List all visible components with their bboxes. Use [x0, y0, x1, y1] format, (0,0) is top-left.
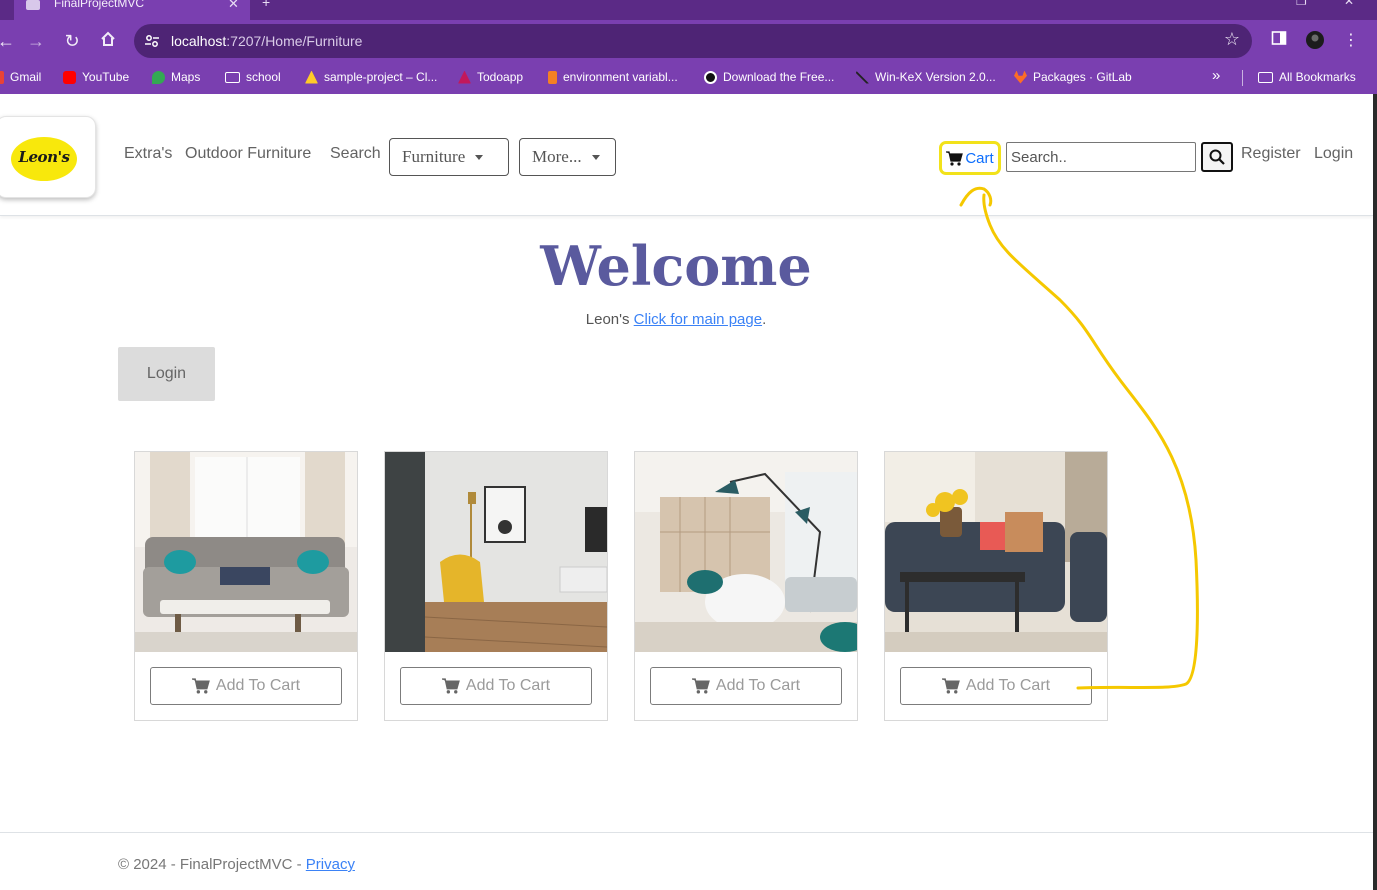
bookmark-environment-variables[interactable]: environment variabl... — [548, 70, 678, 84]
caret-down-icon — [475, 154, 484, 160]
url-text: localhost:7207/Home/Furniture — [171, 33, 363, 49]
add-to-cart-button[interactable]: Add To Cart — [150, 667, 342, 705]
forward-icon[interactable]: → — [24, 29, 48, 53]
site-navbar: Leon's Extra's Outdoor Furniture Search … — [0, 94, 1373, 216]
leons-logo-icon: Leon's — [11, 137, 77, 181]
folder-icon — [225, 71, 240, 83]
bookmark-sample-project[interactable]: sample-project – Cl... — [305, 70, 437, 84]
bookmark-win-kex[interactable]: Win-KeX Version 2.0... — [856, 70, 996, 84]
maps-icon — [152, 70, 165, 84]
kali-icon — [856, 70, 869, 84]
nav-link-search[interactable]: Search — [330, 145, 381, 163]
login-link[interactable]: Login — [1314, 145, 1353, 163]
stackoverflow-icon — [548, 70, 557, 84]
eye-icon — [704, 70, 717, 84]
welcome-subtitle: Leon's Click for main page. — [585, 311, 767, 328]
search-icon — [1209, 149, 1225, 165]
youtube-icon — [63, 70, 76, 84]
browser-tab[interactable]: FinalProjectMVC ✕ — [14, 0, 250, 20]
caret-down-icon — [591, 154, 600, 160]
product-image-grey-sofa[interactable] — [135, 452, 357, 652]
tab-favicon-icon — [26, 0, 40, 10]
restore-window-icon[interactable]: ❐ — [1296, 0, 1307, 8]
login-button[interactable]: Login — [118, 347, 215, 401]
more-bookmarks-icon[interactable]: » — [1212, 67, 1220, 84]
browser-tab-strip: FinalProjectMVC ✕ + ❐ ✕ — [0, 0, 1377, 20]
site-footer: © 2024 - FinalProjectMVC - Privacy — [0, 832, 1373, 890]
cart-icon — [191, 678, 210, 694]
cart-icon — [441, 678, 460, 694]
firebase-icon — [305, 70, 318, 84]
privacy-link[interactable]: Privacy — [306, 856, 355, 873]
bookmark-download-free[interactable]: Download the Free... — [704, 70, 834, 84]
close-window-icon[interactable]: ✕ — [1344, 0, 1354, 8]
site-logo[interactable]: Leon's — [0, 116, 96, 198]
tab-title: FinalProjectMVC — [54, 0, 145, 10]
todoapp-icon — [458, 70, 471, 84]
web-page: Leon's Extra's Outdoor Furniture Search … — [0, 94, 1373, 890]
furniture-dropdown[interactable]: Furniture — [389, 138, 509, 176]
footer-copyright: © 2024 - FinalProjectMVC - Privacy — [118, 856, 355, 873]
side-panel-icon[interactable] — [1268, 30, 1290, 52]
product-image-leather-sofa[interactable] — [885, 452, 1107, 652]
search-button[interactable] — [1201, 142, 1233, 172]
product-image-floor-lamp-lounge[interactable] — [635, 452, 857, 652]
nav-link-outdoor-furniture[interactable]: Outdoor Furniture — [185, 145, 311, 163]
nav-link-extras[interactable]: Extra's — [124, 145, 172, 163]
product-card: Add To Cart — [634, 451, 858, 721]
bookmark-youtube[interactable]: YouTube — [63, 70, 129, 84]
all-bookmarks-button[interactable]: All Bookmarks — [1258, 70, 1356, 84]
bookmark-school[interactable]: school — [225, 70, 281, 84]
search-input[interactable] — [1006, 142, 1196, 172]
back-icon[interactable]: ← — [0, 29, 18, 53]
more-dropdown[interactable]: More... — [519, 138, 616, 176]
register-link[interactable]: Register — [1241, 145, 1301, 163]
add-to-cart-button[interactable]: Add To Cart — [650, 667, 842, 705]
product-card: Add To Cart — [134, 451, 358, 721]
cart-icon — [691, 678, 710, 694]
bookmark-star-icon[interactable]: ☆ — [1224, 29, 1240, 50]
profile-avatar-icon[interactable] — [1304, 30, 1326, 52]
bookmark-gitlab-packages[interactable]: Packages · GitLab — [1014, 70, 1132, 84]
gmail-icon — [0, 70, 4, 84]
adjacent-window-edge — [1373, 94, 1377, 890]
new-tab-icon[interactable]: + — [262, 0, 270, 10]
main-page-link[interactable]: Click for main page — [634, 311, 762, 328]
cart-icon — [946, 150, 964, 166]
address-bar[interactable]: localhost:7207/Home/Furniture ☆ — [134, 24, 1252, 58]
reload-icon[interactable]: ↻ — [60, 29, 84, 53]
bookmarks-bar: Gmail YouTube Maps school sample-project… — [0, 62, 1377, 94]
bookmark-todoapp[interactable]: Todoapp — [458, 70, 523, 84]
bookmarks-divider — [1242, 70, 1243, 86]
bookmark-gmail[interactable]: Gmail — [0, 70, 41, 84]
browser-menu-icon[interactable]: ⋮ — [1340, 30, 1362, 52]
home-icon[interactable] — [96, 29, 120, 53]
cart-link[interactable]: Cart — [939, 141, 1001, 175]
product-image-yellow-armchair[interactable] — [385, 452, 607, 652]
product-card: Add To Cart — [384, 451, 608, 721]
cart-icon — [941, 678, 960, 694]
add-to-cart-button[interactable]: Add To Cart — [900, 667, 1092, 705]
welcome-heading: Welcome — [540, 234, 812, 298]
folder-icon — [1258, 71, 1273, 83]
add-to-cart-button[interactable]: Add To Cart — [400, 667, 592, 705]
gitlab-icon — [1014, 70, 1027, 84]
tab-close-icon[interactable]: ✕ — [228, 0, 239, 12]
product-card: Add To Cart — [884, 451, 1108, 721]
browser-toolbar: ← → ↻ localhost:7207/Home/Furniture ☆ ⋮ — [0, 20, 1377, 62]
site-settings-icon[interactable] — [144, 33, 160, 49]
bookmark-maps[interactable]: Maps — [152, 70, 200, 84]
